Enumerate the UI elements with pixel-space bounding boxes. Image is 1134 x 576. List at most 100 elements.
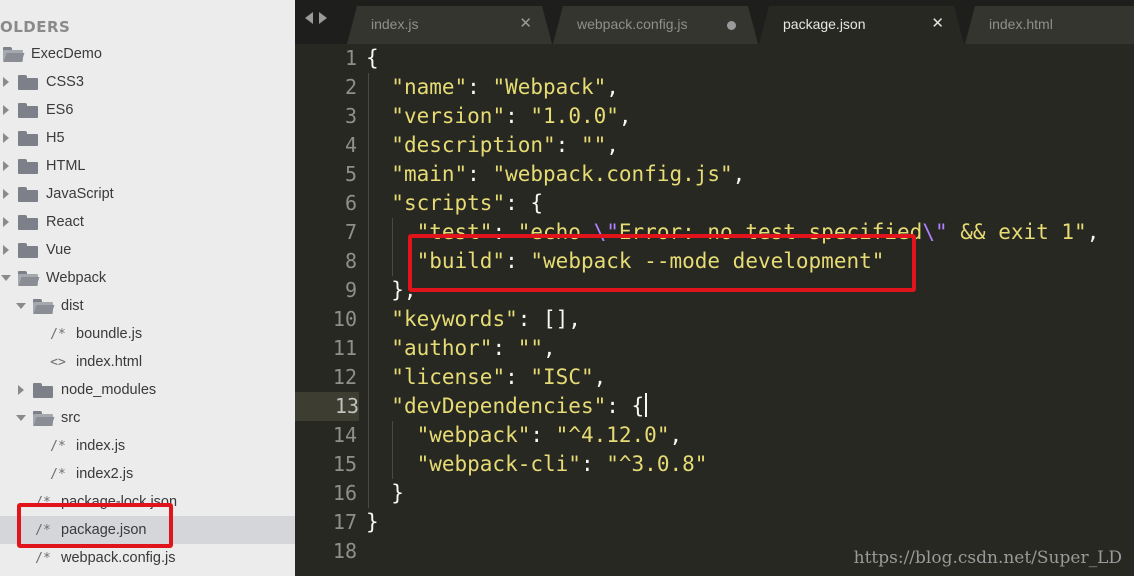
code-punctuation: : (492, 336, 518, 360)
tree-folder[interactable]: CSS3 (0, 68, 295, 96)
code-file-icon: /* (50, 466, 66, 482)
highlight-box-package-json (17, 503, 173, 548)
unsaved-dot-icon[interactable] (727, 21, 736, 30)
tree-folder[interactable]: HTML (0, 152, 295, 180)
line-number: 14 (332, 423, 357, 447)
code-punctuation (366, 191, 391, 215)
code-line[interactable]: "scripts": { (366, 189, 543, 218)
code-line[interactable]: "webpack-cli": "^3.0.8" (366, 450, 708, 479)
line-number: 5 (344, 162, 357, 186)
tree-file[interactable]: /* webpack.config.js (0, 544, 295, 572)
tab-nav (305, 12, 327, 24)
code-line[interactable]: } (366, 479, 404, 508)
tree-folder[interactable]: JavaScript (0, 180, 295, 208)
tab[interactable]: index.html (965, 6, 1134, 44)
folder-open-icon (33, 298, 55, 314)
line-number: 15 (332, 452, 357, 476)
line-number: 10 (332, 307, 357, 331)
code-punctuation (366, 162, 391, 186)
tree-item-label: ES6 (46, 102, 74, 118)
line-number: 6 (344, 191, 357, 215)
code-line[interactable]: "version": "1.0.0", (366, 102, 631, 131)
tree-item-label: Webpack (46, 270, 107, 286)
folder-icon (18, 158, 38, 174)
tree-item-label: JavaScript (46, 186, 114, 202)
line-number: 7 (344, 220, 357, 244)
disclosure-toggle[interactable] (0, 216, 12, 228)
tab[interactable]: package.json ✕ (759, 6, 964, 44)
tree-file[interactable]: /* boundle.js (0, 320, 295, 348)
code-punctuation: } (366, 510, 379, 534)
code-punctuation (366, 336, 391, 360)
code-string: "main" (391, 162, 468, 186)
tree-file[interactable]: <> index.html (0, 348, 295, 376)
disclosure-toggle[interactable] (0, 188, 12, 200)
code-line[interactable]: "description": "", (366, 131, 619, 160)
code-line[interactable]: "main": "webpack.config.js", (366, 160, 745, 189)
close-icon[interactable]: ✕ (931, 14, 944, 32)
code-punctuation: : (555, 133, 581, 157)
tree-folder[interactable]: React (0, 208, 295, 236)
tree-row-content: src (15, 404, 80, 432)
disclosure-toggle[interactable] (0, 104, 12, 116)
code-string: "^4.12.0" (555, 423, 670, 447)
code-line[interactable]: { (366, 44, 379, 73)
chevron-right-icon (18, 385, 24, 395)
code-line[interactable]: "webpack": "^4.12.0", (366, 421, 683, 450)
line-number: 2 (344, 75, 357, 99)
tab-nav-left-icon[interactable] (305, 12, 313, 24)
tree-row-content: ExecDemo (0, 40, 102, 68)
tree-row-content: JavaScript (0, 180, 114, 208)
tree-file[interactable]: /* index.js (0, 432, 295, 460)
code-file-icon: /* (50, 438, 66, 454)
code-punctuation: : (530, 423, 556, 447)
disclosure-toggle[interactable] (0, 76, 12, 88)
close-icon[interactable]: ✕ (519, 14, 532, 32)
tab[interactable]: index.js ✕ (347, 6, 552, 44)
code-line[interactable]: "devDependencies": { (366, 392, 648, 421)
disclosure-toggle[interactable] (15, 300, 27, 312)
tree-folder[interactable]: ExecDemo (0, 40, 295, 68)
disclosure-toggle[interactable] (15, 384, 27, 396)
code-editor[interactable]: 1 2 3 4 5 6 7 8 9 10 11 12 13 14 15 16 17 18 { "name": "W… (295, 44, 1134, 576)
tab[interactable]: webpack.config.js (553, 6, 758, 44)
code-line[interactable]: "author": "", (366, 334, 555, 363)
code-punctuation: , (606, 75, 619, 99)
disclosure-toggle[interactable] (0, 272, 12, 284)
disclosure-toggle[interactable] (0, 244, 12, 256)
tree-item-label: CSS3 (46, 74, 84, 90)
tree-item-label: boundle.js (76, 326, 143, 342)
tree-item-label: webpack.config.js (61, 550, 176, 566)
code-line[interactable]: "name": "Webpack", (366, 73, 619, 102)
code-line[interactable]: "keywords": [], (366, 305, 581, 334)
code-string: "1.0.0" (530, 104, 619, 128)
tree-item-label: index2.js (76, 466, 134, 482)
code-string: "name" (391, 75, 468, 99)
tree-folder[interactable]: H5 (0, 124, 295, 152)
tree-folder[interactable]: Webpack (0, 264, 295, 292)
tree-folder[interactable]: dist (0, 292, 295, 320)
tree-item-label: dist (61, 298, 84, 314)
code-punctuation: , (669, 423, 683, 447)
disclosure-toggle[interactable] (0, 132, 12, 144)
tree-folder[interactable]: ES6 (0, 96, 295, 124)
disclosure-toggle[interactable] (15, 412, 27, 424)
tree-folder[interactable]: src (0, 404, 295, 432)
tree-file[interactable]: /* index2.js (0, 460, 295, 488)
tab-label: index.js (371, 16, 419, 32)
chevron-right-icon (3, 161, 9, 171)
folder-icon (18, 130, 38, 146)
folder-icon (18, 74, 38, 90)
tab-label: webpack.config.js (577, 16, 688, 32)
folder-icon (18, 186, 38, 202)
tab-nav-right-icon[interactable] (319, 12, 327, 24)
chevron-right-icon (3, 189, 9, 199)
tree-folder[interactable]: Vue (0, 236, 295, 264)
tree-folder[interactable]: node_modules (0, 376, 295, 404)
code-line[interactable]: } (366, 508, 379, 537)
tab-label: package.json (783, 16, 866, 32)
disclosure-toggle[interactable] (0, 160, 12, 172)
code-line[interactable]: "license": "ISC", (366, 363, 606, 392)
